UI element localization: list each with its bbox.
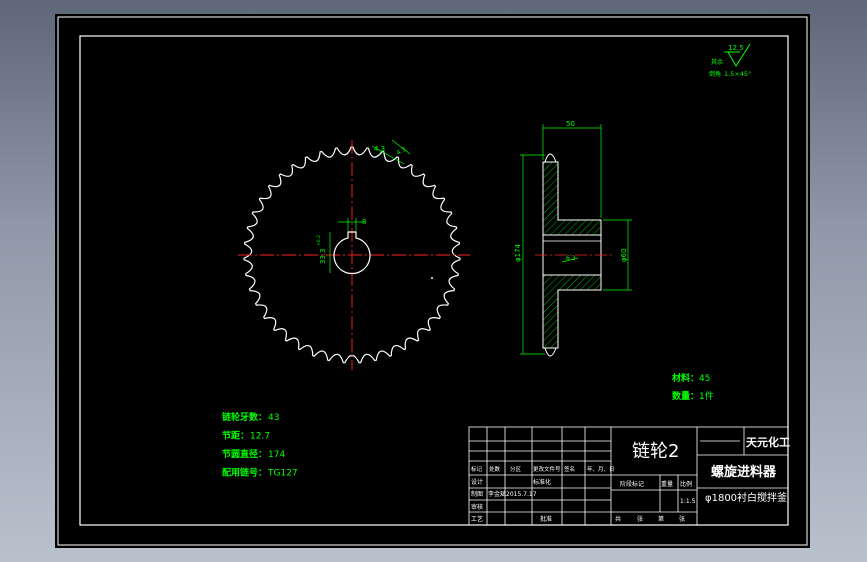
scale-label: 比例: [680, 480, 692, 488]
craft-label: 工艺: [471, 515, 483, 523]
company-name: 天元化工: [746, 435, 790, 449]
header-cell: 标记: [471, 465, 483, 473]
hub-length-text: 50: [566, 120, 575, 128]
part-name: 链轮2: [632, 441, 679, 462]
scale-value: 1:1.5: [680, 498, 696, 505]
assembly-name: 螺旋进料器: [711, 464, 777, 480]
param-value: 174: [268, 450, 285, 460]
param-value: TG127: [267, 469, 298, 479]
hd-text: φ60: [620, 248, 628, 262]
keyway-width-text: 8: [362, 218, 366, 226]
sheet-cell: 张: [679, 515, 685, 523]
approve-label: 批准: [540, 515, 552, 523]
small-mark: [431, 277, 433, 279]
param-label: 节距：: [222, 430, 249, 442]
header-cell: 处数: [489, 465, 501, 473]
subtitle: φ1800衬白搅拌釜: [705, 491, 787, 504]
material-value: 45: [699, 374, 710, 384]
header-cell: 更改文件号: [533, 465, 561, 473]
param-value: 12.7: [250, 432, 270, 442]
std-label: 标准化: [533, 478, 551, 486]
design-label: 设计: [471, 478, 483, 486]
tooth-angle-text: 4.3: [374, 145, 385, 153]
chamfer-label: 倒角: [709, 70, 721, 78]
param-value: 43: [268, 413, 279, 423]
draw-date: 2015.7.17: [506, 491, 537, 498]
qty-label: 数量：: [672, 390, 699, 402]
qty-value: 1件: [699, 390, 714, 402]
cad-viewport: 12.5 其余 倒角 1.5×45° 8 33.3 +0.2 4.3 4.3 5…: [0, 0, 867, 562]
stage-label: 阶段标记: [620, 480, 644, 488]
param-label: 配用链号：: [222, 467, 267, 479]
material-label: 材料：: [671, 372, 699, 384]
chamfer-note: 1.5×45°: [724, 70, 751, 78]
weight-label: 重量: [661, 480, 673, 488]
chamfer-text: 6.3: [566, 255, 576, 262]
sheet-cell: 第: [658, 515, 664, 523]
other-label: 其余: [711, 58, 723, 66]
header-cell: 分区: [510, 465, 522, 473]
drawer-name: 李金斌: [488, 490, 506, 498]
sheet-cell: 共: [615, 515, 621, 523]
roughness-value: 12.5: [728, 44, 744, 52]
title-header-row: 标记 处数 分区 更改文件号 签名 年、月、日: [471, 465, 615, 473]
drawing-canvas: 12.5 其余 倒角 1.5×45° 8 33.3 +0.2 4.3 4.3 5…: [55, 14, 810, 548]
check-label: 审核: [471, 503, 483, 511]
param-label: 节圆直径：: [222, 448, 267, 460]
header-cell: 年、月、日: [587, 465, 615, 473]
keyway-tolerance-text: +0.2: [316, 235, 322, 246]
header-cell: 签名: [564, 465, 575, 473]
draw-label: 制图: [471, 490, 483, 498]
keyway-depth-text: 33.3: [319, 248, 327, 264]
param-label: 链轮牙数：: [222, 411, 267, 423]
od-text: φ174: [514, 243, 522, 262]
sheet-cell: 张: [637, 515, 643, 523]
